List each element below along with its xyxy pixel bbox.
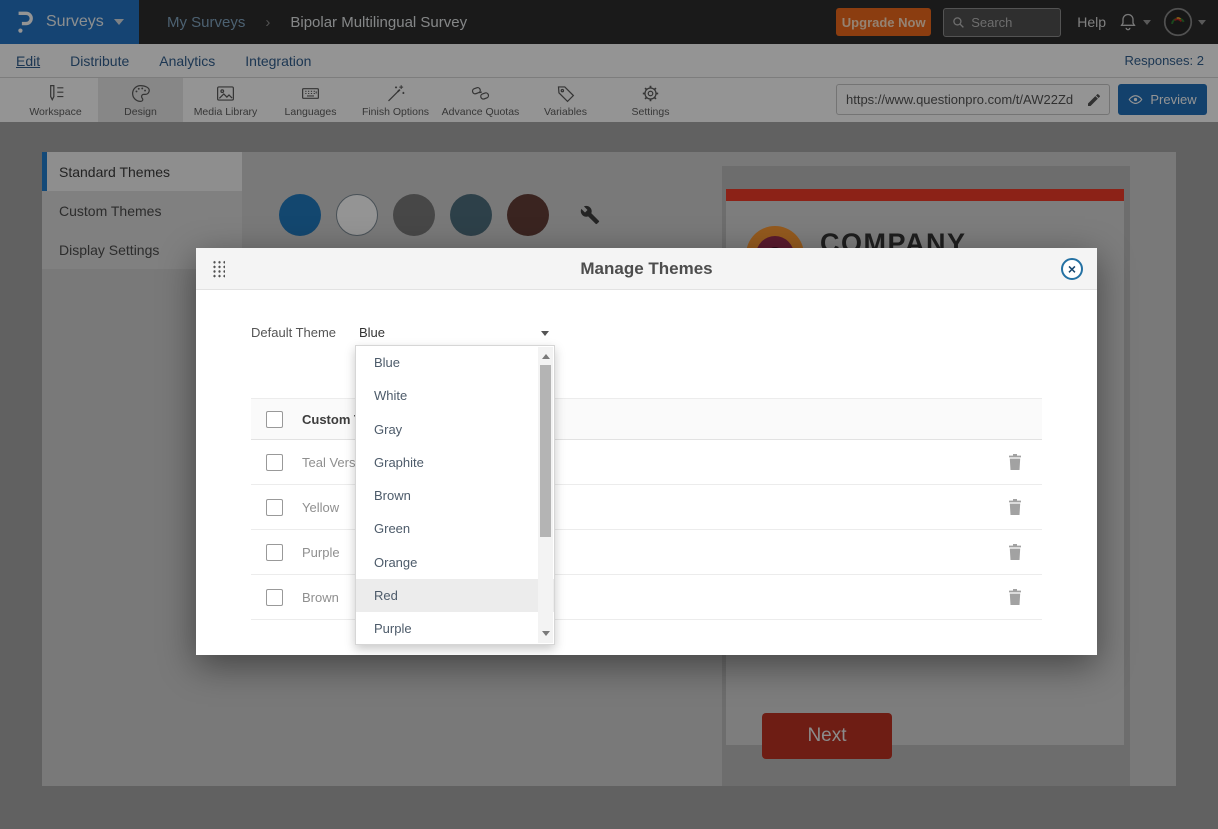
dropdown-option-graphite[interactable]: Graphite <box>356 446 554 479</box>
row-checkbox[interactable] <box>266 589 283 606</box>
select-all-checkbox[interactable] <box>266 411 283 428</box>
dropdown-option-blue[interactable]: Blue <box>356 346 554 379</box>
drag-handle-icon[interactable] <box>212 260 225 278</box>
scroll-up-icon[interactable] <box>542 354 550 359</box>
dropdown-option-purple[interactable]: Purple <box>356 612 554 645</box>
default-theme-dropdown: Blue White Gray Graphite Brown Green Ora… <box>355 345 555 645</box>
delete-theme-trash-icon[interactable] <box>1008 454 1022 470</box>
dropdown-option-orange[interactable]: Orange <box>356 546 554 579</box>
delete-theme-trash-icon[interactable] <box>1008 589 1022 605</box>
row-checkbox[interactable] <box>266 454 283 471</box>
app-window: Surveys My Surveys › Bipolar Multilingua… <box>0 0 1218 829</box>
dropdown-option-red[interactable]: Red <box>356 579 554 612</box>
delete-theme-trash-icon[interactable] <box>1008 499 1022 515</box>
dropdown-option-gray[interactable]: Gray <box>356 413 554 446</box>
dropdown-option-green[interactable]: Green <box>356 512 554 545</box>
close-icon[interactable] <box>1061 258 1083 280</box>
scrollbar-thumb[interactable] <box>540 365 551 537</box>
modal-header: Manage Themes <box>196 248 1097 290</box>
scroll-down-icon[interactable] <box>542 631 550 636</box>
row-checkbox[interactable] <box>266 544 283 561</box>
row-checkbox[interactable] <box>266 499 283 516</box>
dropdown-option-white[interactable]: White <box>356 379 554 412</box>
dropdown-scrollbar[interactable] <box>538 347 553 643</box>
default-theme-select[interactable]: Blue <box>355 319 555 346</box>
manage-themes-modal: Manage Themes Default Theme Blue Custom … <box>196 248 1097 655</box>
dropdown-option-brown[interactable]: Brown <box>356 479 554 512</box>
default-theme-selected-value: Blue <box>355 325 385 340</box>
modal-title: Manage Themes <box>580 259 712 279</box>
delete-theme-trash-icon[interactable] <box>1008 544 1022 560</box>
default-theme-label: Default Theme <box>251 325 336 340</box>
chevron-down-icon <box>541 331 549 336</box>
